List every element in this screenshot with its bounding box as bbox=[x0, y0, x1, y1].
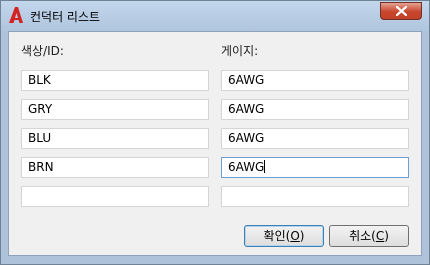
color-field-3[interactable]: BLU bbox=[21, 128, 209, 149]
gauge-label: 게이지: bbox=[221, 44, 259, 58]
autocad-a-icon bbox=[9, 7, 23, 23]
text-caret bbox=[264, 160, 266, 173]
color-field-2[interactable]: GRY bbox=[21, 99, 209, 120]
ok-label-suffix: ) bbox=[299, 229, 305, 243]
ok-mnemonic: O bbox=[290, 229, 300, 243]
color-field-4[interactable]: BRN bbox=[21, 157, 209, 178]
gauge-field-4[interactable]: 6AWG bbox=[221, 157, 409, 178]
color-field-5[interactable] bbox=[21, 186, 209, 207]
ok-label: 확인( bbox=[263, 229, 291, 243]
close-button[interactable] bbox=[380, 2, 422, 20]
close-icon bbox=[396, 6, 407, 16]
gauge-field-5[interactable] bbox=[221, 186, 409, 207]
dialog-body: 색상/ID: 게이지: BLK 6AWG GRY 6AWG BLU 6AWG B… bbox=[8, 31, 422, 256]
cancel-mnemonic: C bbox=[375, 229, 385, 243]
cancel-label-suffix: ) bbox=[384, 229, 389, 243]
cancel-button[interactable]: 취소(C) bbox=[329, 225, 409, 247]
color-id-label: 색상/ID: bbox=[21, 44, 64, 58]
gauge-field-3[interactable]: 6AWG bbox=[221, 128, 409, 149]
cancel-label: 취소( bbox=[349, 229, 376, 243]
conductor-list-dialog: 컨덕터 리스트 색상/ID: 게이지: BLK 6AWG GRY 6AWG BL… bbox=[0, 0, 430, 265]
gauge-field-1[interactable]: 6AWG bbox=[221, 70, 409, 91]
ok-button[interactable]: 확인(O) bbox=[244, 225, 324, 247]
window-title: 컨덕터 리스트 bbox=[30, 10, 101, 24]
color-field-1[interactable]: BLK bbox=[21, 70, 209, 91]
gauge-field-2[interactable]: 6AWG bbox=[221, 99, 409, 120]
title-bar[interactable]: 컨덕터 리스트 bbox=[1, 1, 429, 31]
gauge-field-4-value: 6AWG bbox=[228, 160, 265, 174]
